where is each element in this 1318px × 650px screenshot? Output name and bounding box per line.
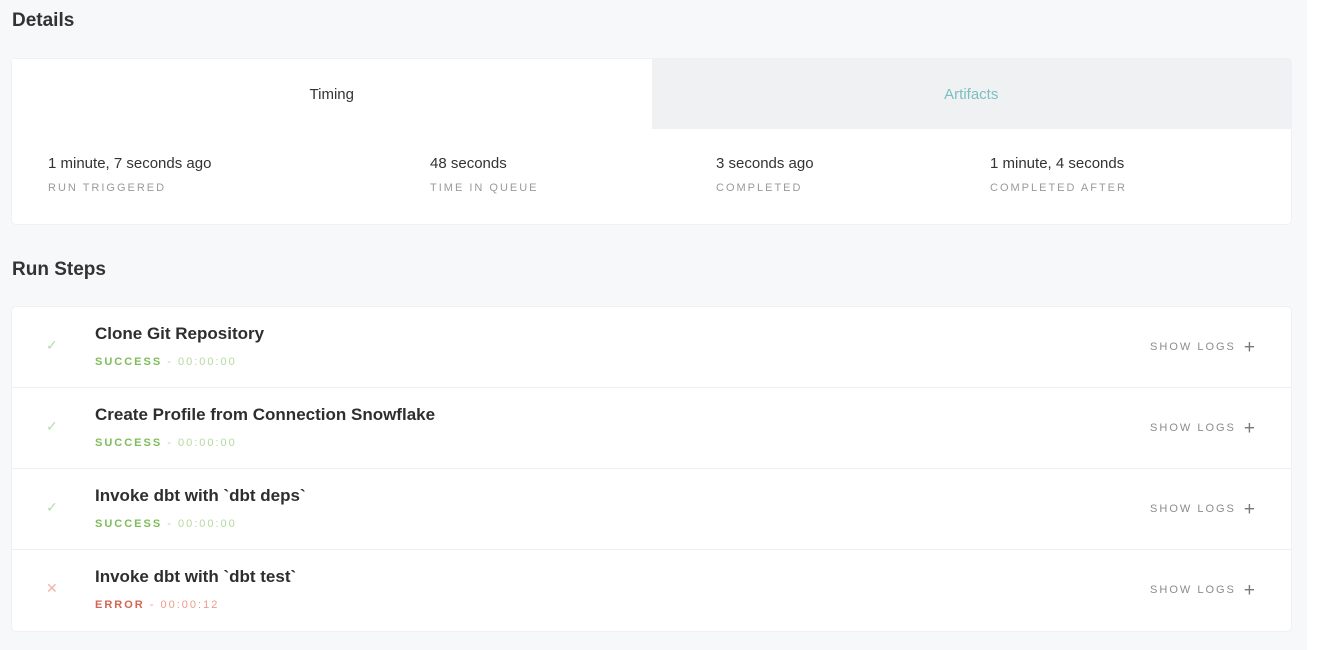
run-step: ✓ Clone Git Repository SUCCESS - 00:00:0… xyxy=(12,307,1291,388)
step-title: Create Profile from Connection Snowflake xyxy=(95,405,436,424)
step-status: SUCCESS - 00:00:00 xyxy=(95,437,237,449)
step-duration: - 00:00:12 xyxy=(149,599,220,611)
status-badge: ERROR xyxy=(95,599,145,611)
tab-artifacts[interactable]: Artifacts xyxy=(651,59,1291,129)
show-logs-label: SHOW LOGS xyxy=(1150,422,1236,434)
details-heading: Details xyxy=(12,10,75,31)
step-duration: - 00:00:00 xyxy=(167,356,237,368)
stat-completed-after: 1 minute, 4 seconds COMPLETED AFTER xyxy=(990,155,1127,194)
stat-label: TIME IN QUEUE xyxy=(430,182,539,194)
run-step: ✓ Invoke dbt with `dbt deps` SUCCESS - 0… xyxy=(12,469,1291,550)
run-steps-heading: Run Steps xyxy=(12,259,106,280)
plus-icon: + xyxy=(1243,336,1255,358)
stat-time-in-queue: 48 seconds TIME IN QUEUE xyxy=(430,155,539,194)
step-status: ERROR - 00:00:12 xyxy=(95,599,219,611)
show-logs-button[interactable]: SHOW LOGS + xyxy=(1150,579,1255,601)
step-title: Clone Git Repository xyxy=(95,324,265,343)
plus-icon: + xyxy=(1243,417,1255,439)
step-title: Invoke dbt with `dbt deps` xyxy=(95,486,306,505)
status-badge: SUCCESS xyxy=(95,518,163,530)
show-logs-label: SHOW LOGS xyxy=(1150,503,1236,515)
checkmark-icon: ✓ xyxy=(46,499,58,515)
step-title: Invoke dbt with `dbt test` xyxy=(95,567,297,586)
tab-timing[interactable]: Timing xyxy=(12,59,652,129)
step-status: SUCCESS - 00:00:00 xyxy=(95,356,237,368)
step-duration: - 00:00:00 xyxy=(167,437,237,449)
status-badge: SUCCESS xyxy=(95,356,163,368)
details-tabs: Timing Artifacts xyxy=(12,59,1291,129)
show-logs-button[interactable]: SHOW LOGS + xyxy=(1150,417,1255,439)
run-step: ✕ Invoke dbt with `dbt test` ERROR - 00:… xyxy=(12,550,1291,631)
stat-completed: 3 seconds ago COMPLETED xyxy=(716,155,814,194)
checkmark-icon: ✓ xyxy=(46,418,58,434)
status-badge: SUCCESS xyxy=(95,437,163,449)
checkmark-icon: ✓ xyxy=(46,337,58,353)
stat-value: 1 minute, 7 seconds ago xyxy=(48,155,212,172)
stat-value: 1 minute, 4 seconds xyxy=(990,155,1125,172)
stat-value: 48 seconds xyxy=(430,155,507,172)
stat-run-triggered: 1 minute, 7 seconds ago RUN TRIGGERED xyxy=(48,155,211,194)
details-card: Timing Artifacts 1 minute, 7 seconds ago… xyxy=(12,59,1291,224)
plus-icon: + xyxy=(1243,579,1255,601)
stat-label: RUN TRIGGERED xyxy=(48,182,167,194)
stat-label: COMPLETED AFTER xyxy=(990,182,1127,194)
timing-stats: 1 minute, 7 seconds ago RUN TRIGGERED 48… xyxy=(12,129,1291,224)
show-logs-label: SHOW LOGS xyxy=(1150,341,1236,353)
run-steps-card: ✓ Clone Git Repository SUCCESS - 00:00:0… xyxy=(12,307,1291,631)
show-logs-label: SHOW LOGS xyxy=(1150,584,1236,596)
page-edge xyxy=(1307,0,1318,650)
step-duration: - 00:00:00 xyxy=(167,518,237,530)
plus-icon: + xyxy=(1243,498,1255,520)
stat-value: 3 seconds ago xyxy=(716,155,814,172)
step-status: SUCCESS - 00:00:00 xyxy=(95,518,237,530)
run-step: ✓ Create Profile from Connection Snowfla… xyxy=(12,388,1291,469)
cross-icon: ✕ xyxy=(46,580,58,596)
show-logs-button[interactable]: SHOW LOGS + xyxy=(1150,498,1255,520)
show-logs-button[interactable]: SHOW LOGS + xyxy=(1150,336,1255,358)
stat-label: COMPLETED xyxy=(716,182,803,194)
